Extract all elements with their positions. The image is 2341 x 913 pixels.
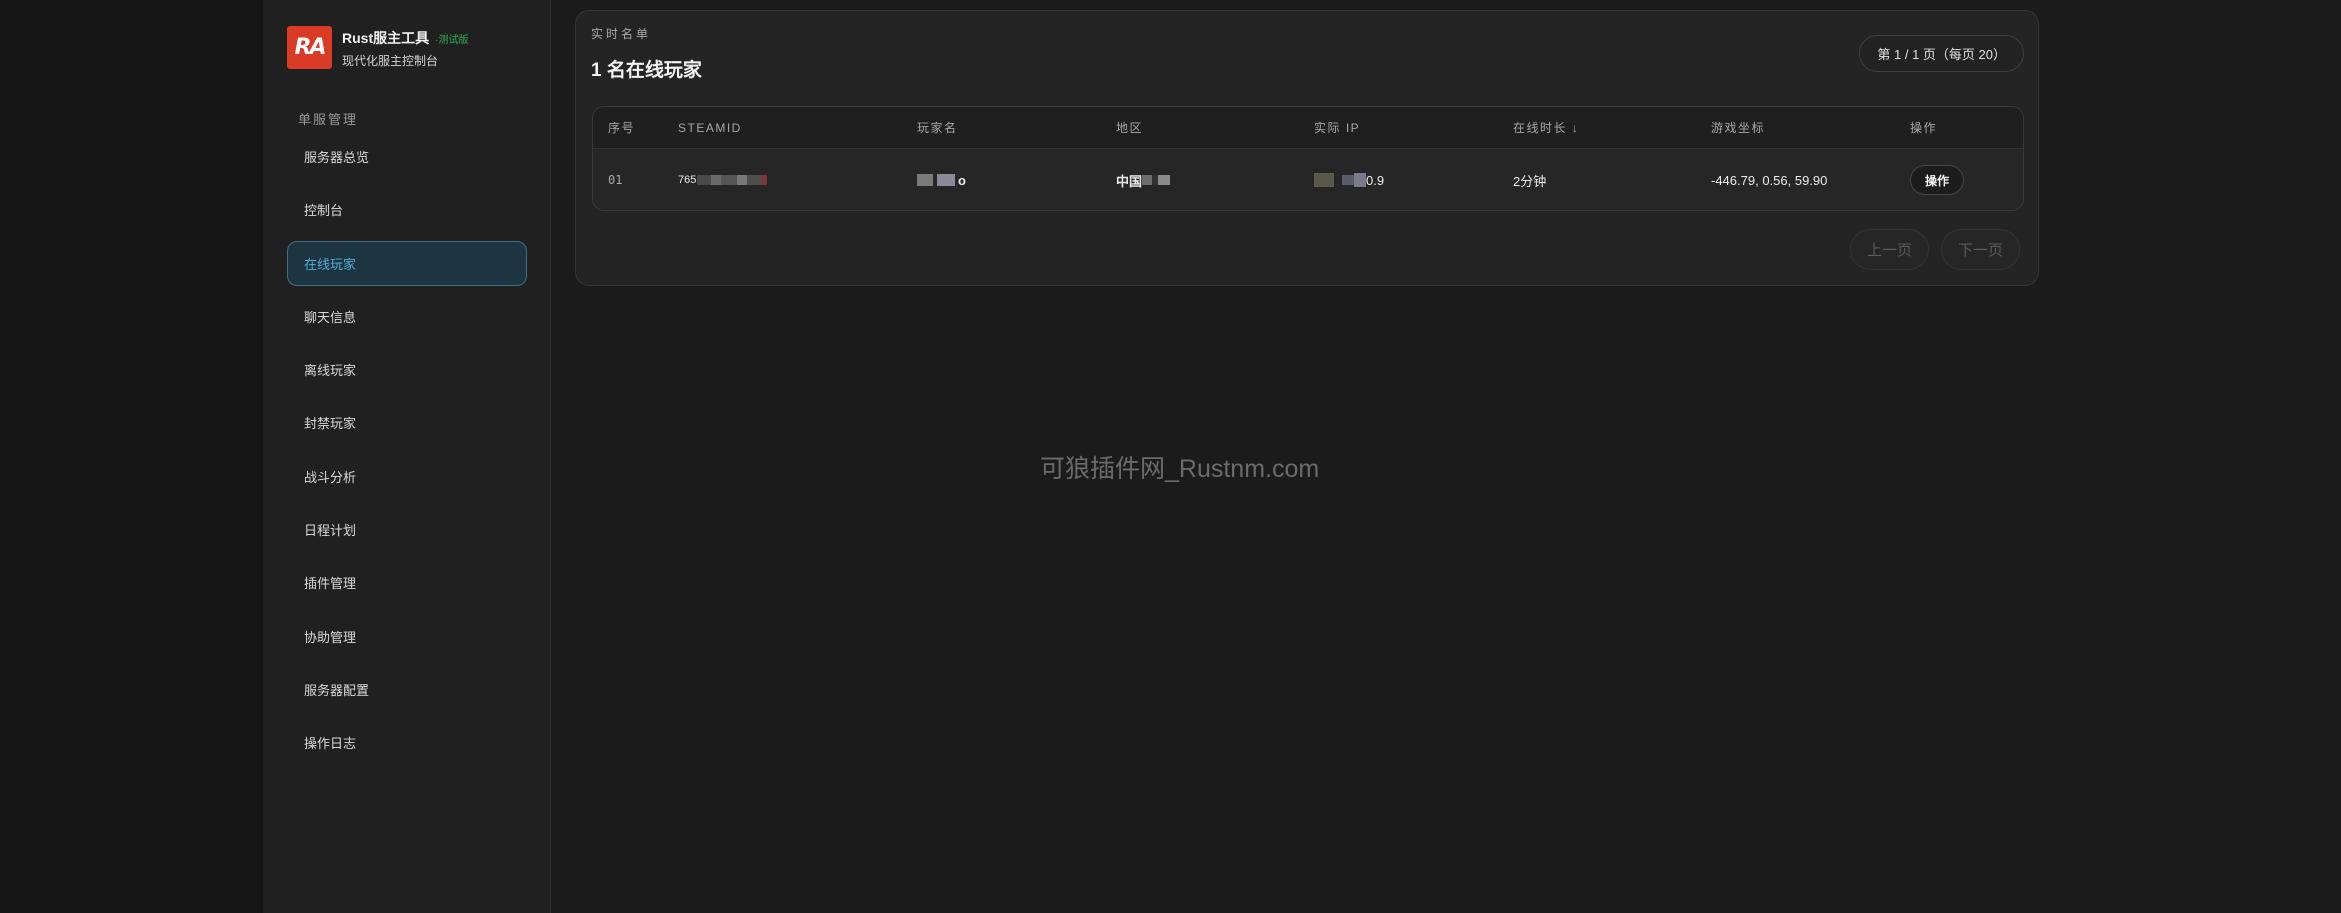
table-header: 序号 STEAMID 玩家名 地区 实际 IP 在线时长 ↓ 游戏坐标 操作 [593,107,2023,149]
cell-index: 01 [608,173,623,187]
app-title: Rust服主工具 [342,30,430,46]
sidebar-item-console[interactable]: 控制台 [287,187,527,232]
steamid-redacted [737,175,748,185]
th-steamid: STEAMID [678,120,742,135]
card-eyebrow: 实时名单 [591,27,652,41]
sidebar-item-assist[interactable]: 协助管理 [287,614,527,659]
name-redacted [917,174,933,186]
cell-coords: -446.79, 0.56, 59.90 [1711,172,1828,188]
sidebar-item-banned-players[interactable]: 封禁玩家 [287,400,527,445]
ip-redacted [1334,175,1342,185]
th-online-time-sort[interactable]: 在线时长 ↓ [1513,119,1579,136]
ip-redacted [1354,173,1366,187]
steamid-redacted [697,175,712,185]
version-badge: ·测试版 [435,35,469,46]
app-subtitle: 现代化服主控制台 [342,54,439,68]
sidebar-item-plugins[interactable]: 插件管理 [287,560,527,605]
cell-steamid: 765 [678,174,768,186]
brand: RA Rust服主工具 ·测试版 现代化服主控制台 [287,26,468,69]
region-redacted [1142,175,1153,185]
online-players-card: 实时名单 1 名在线玩家 第 1 / 1 页（每页 20） 序号 STEAMID… [575,10,2039,286]
sidebar-item-overview[interactable]: 服务器总览 [287,134,527,179]
steamid-redacted [721,175,738,185]
th-region: 地区 [1116,121,1144,135]
steamid-redacted [711,175,722,185]
logo: RA [287,26,332,69]
sidebar-item-chat[interactable]: 聊天信息 [287,294,527,339]
watermark: 可狼插件网_Rustnm.com [1040,455,1320,483]
sidebar-item-offline-players[interactable]: 离线玩家 [287,347,527,392]
sidebar-nav: 服务器总览 控制台 在线玩家 聊天信息 离线玩家 封禁玩家 战斗分析 日程计划 … [287,134,527,774]
cell-action: 操作 [1910,165,1965,195]
players-table: 序号 STEAMID 玩家名 地区 实际 IP 在线时长 ↓ 游戏坐标 操作 0… [592,106,2024,211]
prev-page-button[interactable]: 上一页 [1850,229,1930,270]
region-text: 中国 [1116,173,1143,189]
cell-region: 中国 [1116,171,1171,190]
outer-background [0,0,263,913]
th-index: 序号 [608,121,636,135]
brand-text: Rust服主工具 ·测试版 现代化服主控制台 [342,28,468,69]
next-page-button[interactable]: 下一页 [1941,229,2021,270]
page-title: 1 名在线玩家 [591,60,702,81]
brand-title-row: Rust服主工具 ·测试版 [342,28,468,48]
th-coords: 游戏坐标 [1711,121,1766,135]
sidebar-item-schedule[interactable]: 日程计划 [287,507,527,552]
ip-redacted [1342,175,1354,185]
steamid-redacted [747,175,762,185]
th-player-name: 玩家名 [917,121,958,135]
steamid-prefix: 765 [678,174,697,186]
th-action: 操作 [1910,121,1938,135]
ip-suffix: 0.9 [1366,172,1385,188]
th-ip: 实际 IP [1314,121,1361,135]
player-action-button[interactable]: 操作 [1910,165,1965,195]
sidebar-item-operation-log[interactable]: 操作日志 [287,720,527,765]
region-redacted [1158,175,1171,185]
nav-section-title: 单服管理 [298,112,359,127]
sidebar-item-combat-analysis[interactable]: 战斗分析 [287,454,527,499]
sidebar: RA Rust服主工具 ·测试版 现代化服主控制台 单服管理 服务器总览 控制台… [263,0,551,913]
cell-player-name: o [917,173,966,188]
cell-ip: 0.9 [1314,173,1384,188]
sidebar-item-server-config[interactable]: 服务器配置 [287,667,527,712]
name-suffix: o [958,172,966,188]
sidebar-item-online-players[interactable]: 在线玩家 [287,240,527,286]
table-row: 01 765 o 中国 0.9 2分钟 -446.79, 0.56, 59.90… [593,149,2023,210]
name-redacted [937,174,955,186]
cell-online-time: 2分钟 [1513,173,1547,189]
ip-redacted [1314,173,1334,187]
page-info-badge: 第 1 / 1 页（每页 20） [1859,35,2024,72]
steamid-redacted [761,175,768,185]
